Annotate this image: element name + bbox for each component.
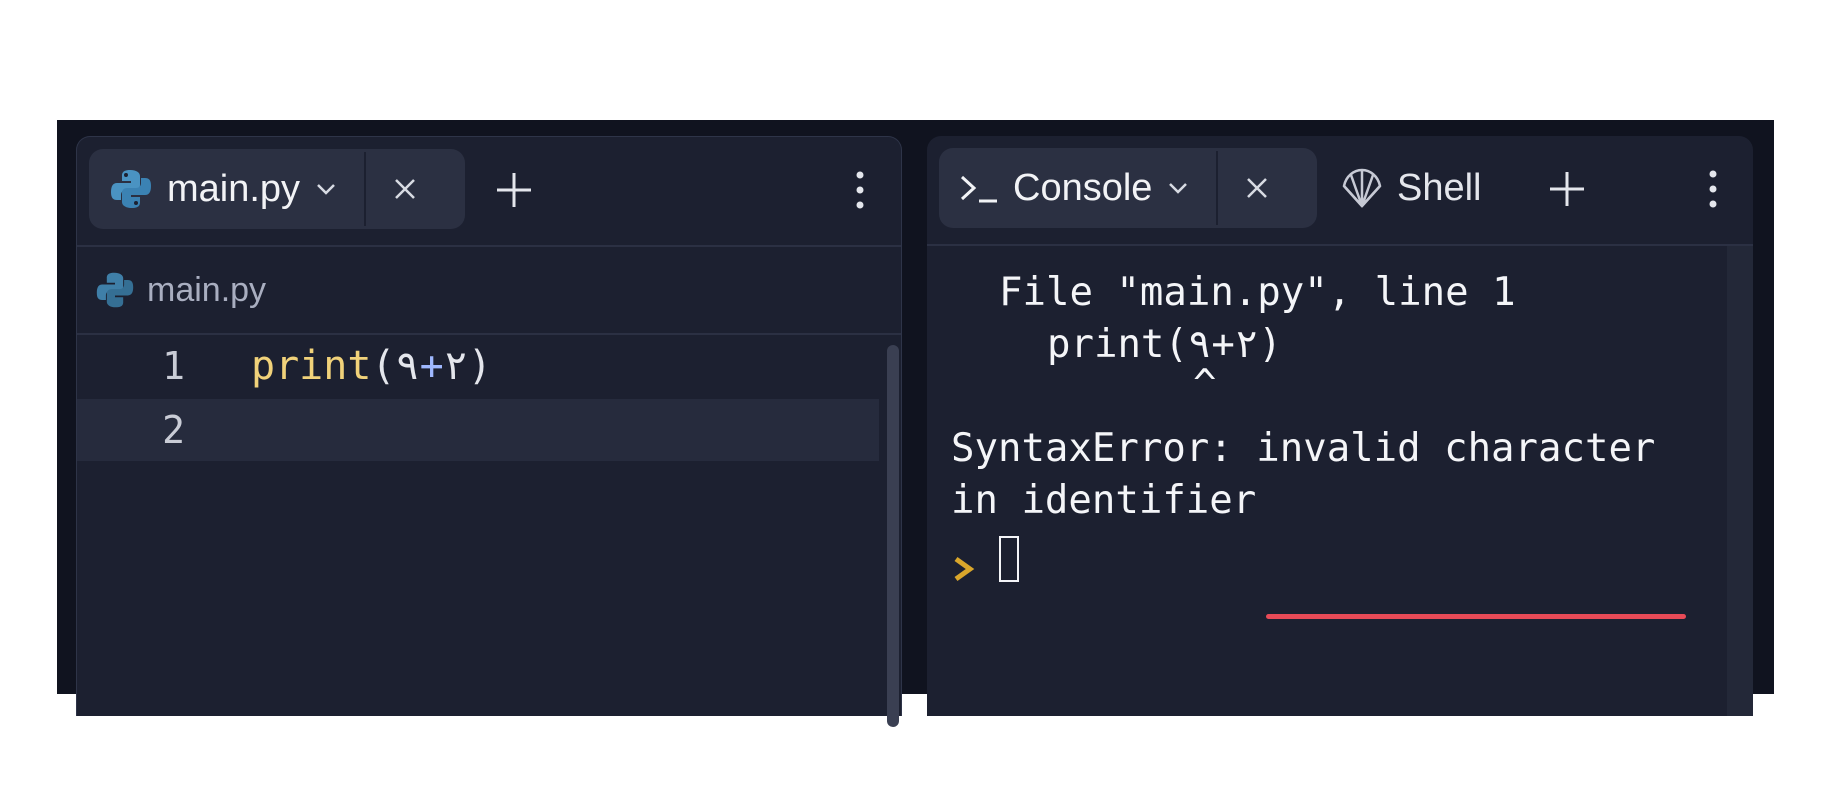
tab-label: main.py	[167, 167, 301, 210]
code-function: print	[251, 343, 372, 389]
line-number: 1	[162, 344, 185, 388]
console-output[interactable]: File "main.py", line 1 print(٢+٩) ^ Synt…	[927, 246, 1727, 716]
error-message-continued: in identifier	[951, 478, 1257, 523]
code-arg-a: ٢	[443, 343, 468, 389]
code-line[interactable]: 1 print(٢+٩)	[77, 335, 879, 397]
code-paren-close: )	[467, 343, 492, 389]
text-cursor	[999, 536, 1019, 582]
code-editor[interactable]: 1 print(٢+٩) 2	[77, 335, 901, 716]
more-options-icon[interactable]	[855, 171, 865, 209]
add-tab-icon[interactable]	[1548, 170, 1586, 208]
add-tab-icon[interactable]	[495, 171, 533, 209]
code-arg-b: ٩	[395, 343, 420, 389]
traceback-code-line: print(٢+٩)	[1047, 322, 1282, 367]
tab-divider	[364, 152, 367, 226]
close-icon[interactable]	[1244, 175, 1270, 201]
chevron-down-icon[interactable]	[314, 177, 338, 201]
tab-divider	[1216, 151, 1219, 225]
tab-console[interactable]: Console	[939, 148, 1317, 228]
error-underline	[1266, 614, 1686, 619]
python-icon	[109, 167, 153, 211]
tab-label: Console	[1013, 166, 1153, 209]
error-prefix: SyntaxError:	[951, 426, 1257, 471]
line-number: 2	[162, 408, 185, 452]
error-message: SyntaxError: invalid character	[951, 426, 1655, 471]
prompt-icon	[953, 548, 975, 593]
console-tabbar: Console Shell	[927, 136, 1753, 246]
terminal-icon	[959, 171, 999, 205]
error-highlight: invalid character	[1256, 426, 1656, 471]
console-pane: Console Shell File "main.py", line 1 pri…	[927, 136, 1753, 716]
editor-tabbar: main.py	[77, 137, 901, 247]
breadcrumb: main.py	[77, 247, 901, 335]
chevron-down-icon[interactable]	[1166, 176, 1190, 200]
more-options-icon[interactable]	[1708, 170, 1718, 208]
editor-pane: main.py main.py 1 print(٢+٩) 2	[76, 136, 902, 727]
traceback-file-line: File "main.py", line 1	[999, 270, 1516, 315]
editor-scrollbar[interactable]	[887, 345, 899, 727]
close-icon[interactable]	[392, 176, 418, 202]
tab-label: Shell	[1397, 166, 1482, 209]
tab-main-py[interactable]: main.py	[89, 149, 465, 229]
code-text: print(٢+٩)	[251, 343, 492, 389]
tab-shell[interactable]: Shell	[1339, 148, 1482, 228]
traceback-caret: ^	[1193, 362, 1217, 407]
shell-icon	[1339, 166, 1385, 210]
code-paren-open: (	[371, 343, 396, 389]
breadcrumb-file[interactable]: main.py	[147, 271, 266, 310]
code-operator: +	[419, 343, 444, 389]
code-line-active[interactable]: 2	[77, 399, 879, 461]
console-scrollbar[interactable]	[1727, 246, 1753, 716]
python-icon	[95, 270, 135, 310]
